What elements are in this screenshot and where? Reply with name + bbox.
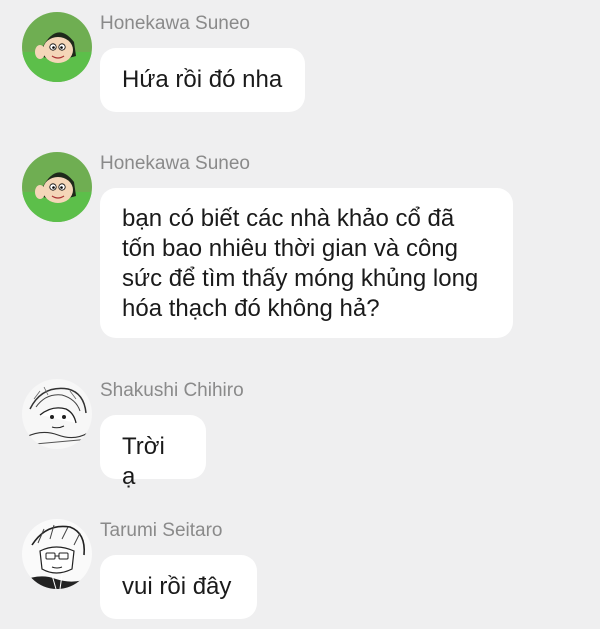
manga-sketch-avatar-icon (22, 519, 92, 589)
message-text: Trời ạ (122, 433, 165, 490)
chat-message: Tarumi Seitaro vui rồi đây (0, 519, 600, 619)
message-bubble[interactable]: bạn có biết các nhà khảo cổ đã tốn bao n… (100, 188, 513, 338)
message-text-line: tốn bao nhiêu thời gian và công (122, 235, 458, 262)
sender-avatar[interactable] (22, 12, 92, 82)
sender-name: Honekawa Suneo (100, 153, 250, 174)
message-text-line: hóa thạch đó không hả? (122, 295, 380, 322)
suneo-avatar-icon (22, 12, 92, 82)
suneo-avatar-icon (22, 152, 92, 222)
message-bubble[interactable]: vui rồi đây (100, 555, 257, 619)
message-text-line: bạn có biết các nhà khảo cổ đã (122, 205, 455, 232)
sender-avatar[interactable] (22, 519, 92, 589)
message-text-line: sức để tìm thấy móng khủng long (122, 265, 479, 292)
message-bubble[interactable]: Trời ạ (100, 415, 206, 490)
manga-sketch-avatar-icon (22, 379, 92, 449)
message-bubble[interactable]: Hứa rồi đó nha (100, 48, 305, 112)
sender-avatar[interactable] (22, 152, 92, 222)
chat-message: Honekawa Suneo Hứa rồi đó nha (0, 12, 600, 112)
sender-name: Honekawa Suneo (100, 13, 250, 34)
sender-name: Tarumi Seitaro (100, 520, 223, 541)
message-text: Hứa rồi đó nha (122, 66, 283, 93)
chat-message: Honekawa Suneo bạn có biết các nhà khảo … (0, 152, 600, 339)
sender-name: Shakushi Chihiro (100, 380, 244, 401)
chat-message: Shakushi Chihiro Trời ạ (0, 379, 600, 490)
sender-avatar[interactable] (22, 379, 92, 449)
message-text: vui rồi đây (122, 573, 232, 600)
